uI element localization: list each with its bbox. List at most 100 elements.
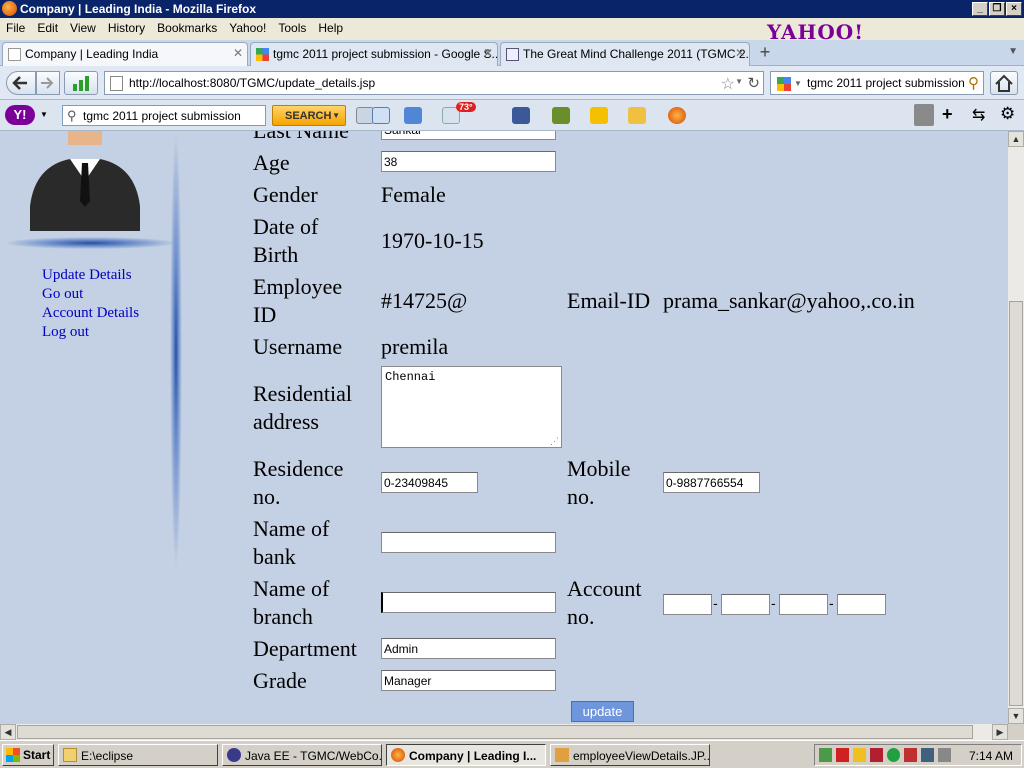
- branch-name-input[interactable]: [381, 592, 556, 613]
- go-out-link[interactable]: Go out: [42, 286, 83, 303]
- account-no-part2-input[interactable]: [721, 594, 770, 615]
- tray-app-icon[interactable]: [836, 748, 849, 762]
- yahoo-y-icon[interactable]: Y!: [5, 105, 35, 125]
- reload-icon[interactable]: ↻: [747, 74, 760, 92]
- start-button[interactable]: Start: [2, 744, 54, 766]
- search-icon[interactable]: ⚲: [968, 74, 979, 92]
- vertical-scrollbar[interactable]: ▲ ▼: [1008, 131, 1024, 724]
- tab-google-search[interactable]: tgmc 2011 project submission - Google S.…: [250, 42, 498, 66]
- engine-dropdown-icon[interactable]: ▼: [794, 79, 802, 88]
- history-dropdown-icon[interactable]: ▼: [735, 77, 743, 86]
- bookmark-star-icon[interactable]: ☆: [721, 74, 735, 94]
- mobile-no-input[interactable]: 0-9887766554: [663, 472, 760, 493]
- account-no-part1-input[interactable]: [663, 594, 712, 615]
- residence-no-input[interactable]: 0-23409845: [381, 472, 478, 493]
- residence-label-line1: Residence: [253, 456, 344, 481]
- menu-help[interactable]: Help: [312, 18, 349, 35]
- restore-button[interactable]: ❐: [989, 2, 1005, 16]
- signal-button[interactable]: [64, 71, 98, 95]
- close-tab-icon[interactable]: ✕: [483, 46, 493, 60]
- task-java-ee[interactable]: Java EE - TGMC/WebCo...: [222, 744, 382, 766]
- scroll-right-icon[interactable]: ▶: [992, 724, 1008, 740]
- scrollbar-thumb[interactable]: [1009, 301, 1023, 706]
- scroll-corner: [1008, 724, 1024, 740]
- tab-company[interactable]: Company | Leading India ✕: [2, 42, 248, 66]
- tray-app-icon[interactable]: [819, 748, 832, 762]
- tab-tgmc[interactable]: The Great Mind Challenge 2011 (TGMC 2...…: [500, 42, 750, 66]
- search-dropdown-icon[interactable]: ▼: [332, 111, 340, 120]
- folder-icon: [63, 748, 77, 762]
- account-details-link[interactable]: Account Details: [42, 305, 139, 322]
- copy-icon[interactable]: [372, 107, 390, 124]
- tray-app-icon[interactable]: [853, 748, 866, 762]
- address-textarea[interactable]: Chennai: [381, 366, 562, 448]
- task-firefox[interactable]: Company | Leading I...: [386, 744, 546, 766]
- shopping-icon[interactable]: [628, 107, 646, 124]
- scroll-down-icon[interactable]: ▼: [1008, 708, 1024, 724]
- yahoo-menu-dropdown-icon[interactable]: ▼: [40, 110, 48, 119]
- settings-gear-icon[interactable]: ⚙: [1000, 104, 1015, 124]
- log-out-link[interactable]: Log out: [42, 324, 89, 341]
- close-tab-icon[interactable]: ✕: [735, 46, 745, 60]
- menu-yahoo[interactable]: Yahoo!: [223, 18, 272, 35]
- update-details-link[interactable]: Update Details: [42, 267, 132, 284]
- age-input[interactable]: 38: [381, 151, 556, 172]
- close-window-button[interactable]: ×: [1006, 2, 1022, 16]
- swap-icon[interactable]: ⇆: [972, 105, 985, 125]
- window-title: Company | Leading India - Mozilla Firefo…: [20, 2, 257, 16]
- home-button[interactable]: [990, 71, 1018, 95]
- department-input[interactable]: Admin: [381, 638, 556, 659]
- search-input[interactable]: tgmc 2011 project submission: [807, 76, 965, 90]
- account-no-part4-input[interactable]: [837, 594, 886, 615]
- new-tab-button[interactable]: +: [754, 43, 776, 63]
- tray-app-icon[interactable]: [870, 748, 883, 762]
- scroll-up-icon[interactable]: ▲: [1008, 131, 1024, 147]
- grade-input[interactable]: Manager: [381, 670, 556, 691]
- yahoo-search-input[interactable]: ⚲ tgmc 2011 project submission: [62, 105, 266, 126]
- eclipse-icon: [227, 748, 241, 762]
- account-no-part3-input[interactable]: [779, 594, 828, 615]
- menu-file[interactable]: File: [0, 18, 31, 35]
- menu-bookmarks[interactable]: Bookmarks: [151, 18, 223, 35]
- search-bar[interactable]: ▼ tgmc 2011 project submission ⚲: [770, 71, 984, 95]
- notepad-icon[interactable]: [552, 107, 570, 124]
- windows-logo-icon: [6, 748, 20, 762]
- firefox-icon[interactable]: [668, 107, 686, 124]
- task-paint[interactable]: employeeViewDetails.JP...: [550, 744, 710, 766]
- account-separator: -: [771, 595, 776, 611]
- volume-icon[interactable]: [938, 748, 951, 762]
- yahoo-search-button[interactable]: SEARCH ▼: [272, 105, 346, 126]
- menu-view[interactable]: View: [64, 18, 102, 35]
- update-button[interactable]: update: [571, 701, 634, 722]
- username-value: premila: [381, 334, 449, 359]
- task-eclipse-folder[interactable]: E:\eclipse: [58, 744, 218, 766]
- tray-app-icon[interactable]: [887, 748, 900, 762]
- resize-handle-icon[interactable]: ⋰: [550, 436, 559, 447]
- close-tab-icon[interactable]: ✕: [233, 46, 243, 60]
- window-title-bar: Company | Leading India - Mozilla Firefo…: [0, 0, 1024, 18]
- branch-label-line1: Name of: [253, 576, 330, 601]
- list-view-icon[interactable]: [914, 104, 934, 126]
- gender-value: Female: [381, 182, 446, 207]
- google-icon[interactable]: [777, 77, 791, 91]
- minimize-button[interactable]: _: [972, 2, 988, 16]
- bank-name-input[interactable]: [381, 532, 556, 553]
- horizontal-scrollbar[interactable]: ◀ ▶: [0, 724, 1008, 740]
- menu-edit[interactable]: Edit: [31, 18, 64, 35]
- network-icon[interactable]: [921, 748, 934, 762]
- ebay-icon[interactable]: [590, 107, 608, 124]
- scroll-left-icon[interactable]: ◀: [0, 724, 16, 740]
- menu-history[interactable]: History: [102, 18, 151, 35]
- last-name-input[interactable]: Sankar: [381, 131, 556, 140]
- tab-list-arrow-icon[interactable]: ▼: [1008, 46, 1018, 57]
- task-label: Company | Leading I...: [409, 749, 537, 763]
- tray-app-icon[interactable]: [904, 748, 917, 762]
- scrollbar-thumb[interactable]: [17, 725, 973, 739]
- forward-button[interactable]: [36, 71, 60, 95]
- menu-tools[interactable]: Tools: [272, 18, 312, 35]
- facebook-icon[interactable]: [512, 107, 530, 124]
- add-icon[interactable]: +: [942, 104, 953, 125]
- mail-icon[interactable]: [404, 107, 422, 124]
- url-bar[interactable]: http://localhost:8080/TGMC/update_detail…: [104, 71, 764, 95]
- back-button[interactable]: [6, 71, 36, 95]
